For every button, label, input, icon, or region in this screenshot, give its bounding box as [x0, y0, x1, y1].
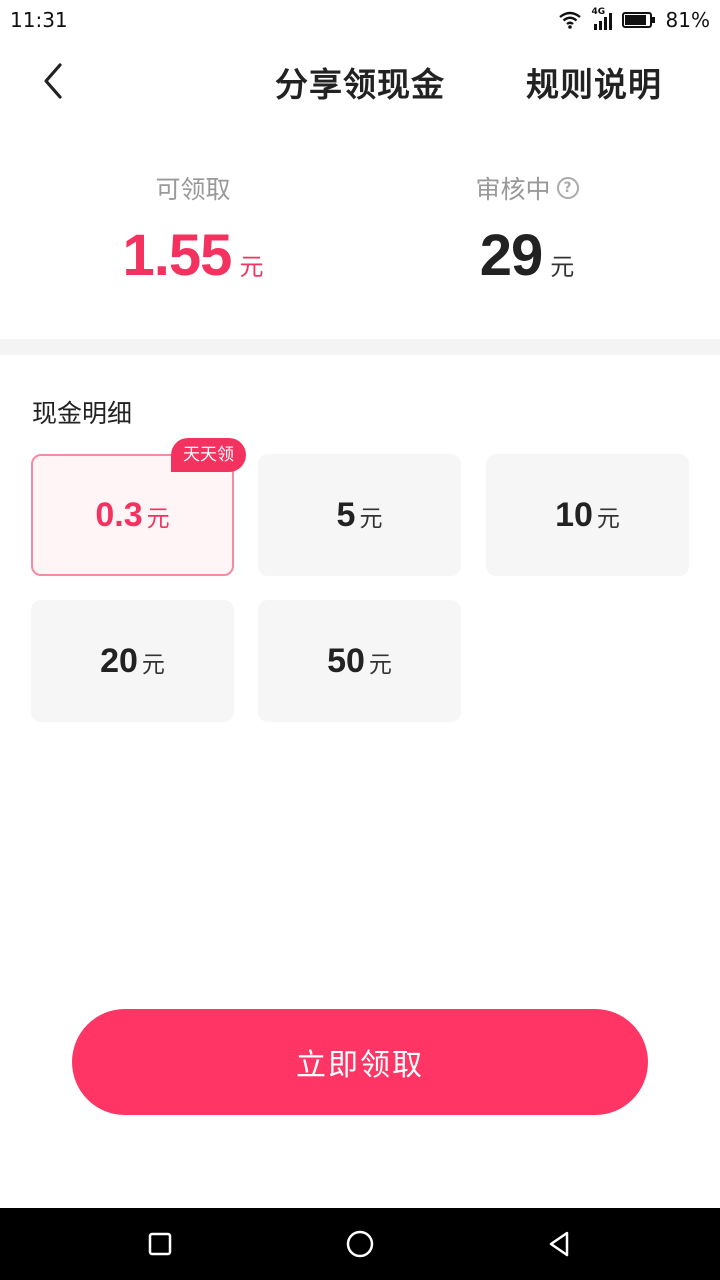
available-label: 可领取 [155, 175, 231, 204]
cash-option-amount: 50 元 [327, 642, 392, 681]
cash-option-unit: 元 [368, 651, 392, 678]
wifi-icon [558, 11, 581, 29]
claim-now-button[interactable]: 立即领取 [72, 1009, 648, 1115]
system-nav-bar [0, 1208, 720, 1280]
header: 分享领现金 规则说明 [0, 40, 720, 120]
cash-option-unit: 元 [146, 505, 170, 532]
circle-icon [346, 1230, 374, 1258]
pending-balance: 审核中 ? 29 元 [377, 170, 677, 289]
available-amount: 1.55 元 [43, 222, 343, 289]
cash-detail-title: 现金明细 [32, 399, 133, 428]
balance-summary: 可领取 1.55 元 审核中 ? 29 元 [0, 160, 720, 340]
pending-value: 29 [479, 223, 544, 288]
cash-option-amount: 5 元 [337, 496, 383, 535]
home-button[interactable] [342, 1226, 378, 1262]
cash-option-value: 10 [555, 495, 593, 534]
signal-4g-icon: 4G [591, 7, 612, 30]
recent-apps-button[interactable] [142, 1226, 178, 1262]
cash-option-card[interactable]: 5 元 [258, 454, 461, 576]
cash-option-unit: 元 [141, 651, 165, 678]
available-balance: 可领取 1.55 元 [43, 170, 343, 289]
square-icon [148, 1232, 172, 1256]
available-unit: 元 [239, 253, 264, 281]
pending-label-row: 审核中 ? [475, 170, 579, 206]
cash-option-unit: 元 [596, 505, 620, 532]
cash-option-card[interactable]: 10 元 [486, 454, 689, 576]
pending-amount: 29 元 [377, 222, 677, 289]
rules-link[interactable]: 规则说明 [526, 58, 662, 106]
cash-option-card[interactable]: 天天领 0.3 元 [31, 438, 246, 576]
status-bar: 11:31 4G 81% [0, 0, 720, 40]
pending-label: 审核中 [475, 175, 551, 204]
section-divider [0, 339, 720, 355]
cash-option-value: 5 [336, 495, 356, 534]
battery-percent: 81% [665, 8, 710, 32]
cash-option-value: 50 [327, 641, 365, 680]
daily-badge: 天天领 [171, 438, 246, 472]
help-icon[interactable]: ? [556, 177, 579, 199]
cash-option-amount: 20 元 [100, 642, 165, 681]
available-value: 1.55 [122, 223, 233, 288]
battery-icon [621, 12, 655, 28]
cash-option-amount: 0.3 元 [95, 496, 169, 535]
cash-option-card[interactable]: 20 元 [31, 600, 234, 722]
network-label: 4G [591, 7, 606, 17]
cash-option-value: 20 [100, 641, 138, 680]
status-icons: 4G 81% [558, 7, 710, 32]
cash-option-card[interactable]: 50 元 [258, 600, 461, 722]
cash-option-amount: 10 元 [555, 496, 620, 535]
cash-option-value: 0.3 [95, 495, 143, 534]
cash-option-unit: 元 [359, 505, 383, 532]
triangle-back-icon [549, 1231, 569, 1257]
system-back-button[interactable] [541, 1226, 577, 1262]
pending-unit: 元 [550, 253, 575, 281]
status-time: 11:31 [10, 8, 68, 32]
